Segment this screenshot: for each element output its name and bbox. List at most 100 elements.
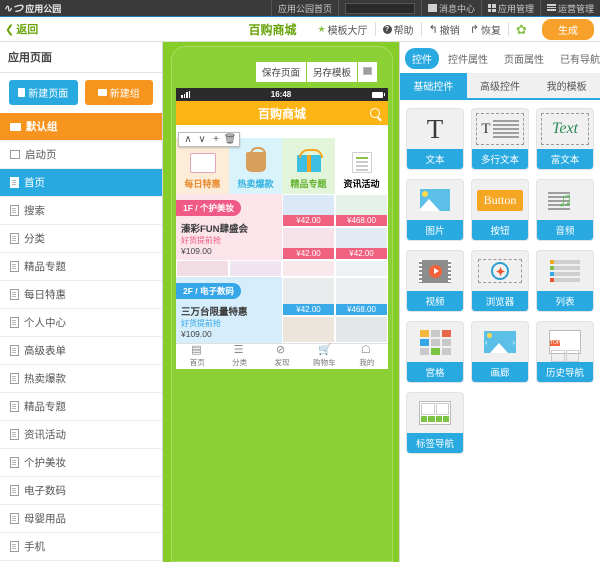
tab-widgets[interactable]: 控件 xyxy=(405,48,439,69)
page-item-hot-sale[interactable]: 热卖爆款 xyxy=(0,365,162,393)
product-cell[interactable] xyxy=(282,315,335,343)
new-page-button[interactable]: 新建页面 xyxy=(9,80,78,105)
tabbar-item-cart[interactable]: 🛒 购物车 xyxy=(303,345,345,368)
product-cell[interactable]: ¥468.00 xyxy=(335,277,388,316)
document-icon xyxy=(10,345,19,356)
page-item-news[interactable]: 资讯活动 xyxy=(0,421,162,449)
widget-label: 浏览器 xyxy=(472,291,528,311)
phone-app-title: 百购商城 xyxy=(257,106,306,121)
top-search-box-wrap[interactable] xyxy=(337,0,421,16)
top-link-operations[interactable]: 运营管理 xyxy=(539,0,600,16)
sidebar-buttons: 新建页面 新建组 xyxy=(0,73,162,113)
page-item-phone[interactable]: 手机 xyxy=(0,533,162,561)
page-item-baby[interactable]: 母婴用品 xyxy=(0,505,162,533)
widget-video[interactable]: 视频 xyxy=(406,250,464,312)
tab-page-properties[interactable]: 页面属性 xyxy=(497,48,551,69)
search-icon[interactable] xyxy=(370,108,380,118)
page-item-daily-deal[interactable]: 每日特惠 xyxy=(0,281,162,309)
page-item-home[interactable]: 首页 xyxy=(0,169,162,197)
floor-section[interactable]: 1F / 个护美妆 溱彩FUN肆盛会 好货提前抢 ¥109.00 ¥42.00 … xyxy=(176,194,388,260)
page-item-featured[interactable]: 精品专题 xyxy=(0,253,162,281)
top-link-home[interactable]: 应用公园首页 xyxy=(270,0,338,16)
product-thumb xyxy=(229,260,282,277)
redo-button[interactable]: ↱ 恢复 xyxy=(463,22,509,37)
page-group-default[interactable]: 默认组 xyxy=(0,113,162,141)
product-cell[interactable]: ¥468.00 xyxy=(335,194,388,227)
top-link-messages[interactable]: 消息中心 xyxy=(420,0,481,16)
delete-icon[interactable]: 🗑 xyxy=(223,134,237,145)
widget-rich-text[interactable]: Text 富文本 xyxy=(536,108,594,170)
site-logo[interactable]: ∿つ 应用公园 xyxy=(0,0,61,16)
save-page-button[interactable]: 保存页面 xyxy=(254,61,306,83)
page-item-digital[interactable]: 电子数码 xyxy=(0,477,162,505)
add-icon[interactable]: + xyxy=(209,134,223,145)
document-icon xyxy=(10,513,19,524)
product-cell[interactable] xyxy=(335,315,388,343)
new-group-button[interactable]: 新建组 xyxy=(84,80,153,105)
widget-gallery[interactable]: ‹ › 画廊 xyxy=(471,321,529,383)
product-cell[interactable]: ¥42.00 xyxy=(282,194,335,227)
tab-widget-properties[interactable]: 控件属性 xyxy=(441,48,495,69)
preview-button[interactable] xyxy=(357,61,378,83)
page-item-featured-2[interactable]: 精品专题 xyxy=(0,393,162,421)
move-down-icon[interactable]: ∨ xyxy=(195,134,209,145)
product-cell[interactable]: ¥42.00 xyxy=(282,277,335,316)
product-cell[interactable]: ¥42.00 xyxy=(335,227,388,260)
widget-multiline-text[interactable]: T 多行文本 xyxy=(471,108,529,170)
product-strip[interactable] xyxy=(176,260,388,277)
product-price: ¥468.00 xyxy=(336,215,387,226)
product-price: ¥42.00 xyxy=(283,248,334,259)
save-template-button[interactable]: 另存模板 xyxy=(305,61,357,83)
generate-button[interactable]: 生成 xyxy=(542,18,594,40)
undo-button[interactable]: ↰ 撤销 xyxy=(422,22,463,37)
help-button[interactable]: ? 帮助 xyxy=(376,22,422,37)
widget-grid-cells[interactable]: 宫格 xyxy=(406,321,464,383)
widget-image[interactable]: 图片 xyxy=(406,179,464,241)
widget-list[interactable]: 列表 xyxy=(536,250,594,312)
page-item-splash[interactable]: 启动页 xyxy=(0,141,162,169)
floor-section[interactable]: 2F / 电子数码 三万台限量特惠 好货提前抢 ¥109.00 ¥42.00 ¥… xyxy=(176,277,388,343)
widget-label: 按钮 xyxy=(472,220,528,240)
top-link-app-manage[interactable]: 应用管理 xyxy=(480,0,540,16)
settings-button[interactable]: ✿ xyxy=(509,22,536,36)
list-icon: ☰ xyxy=(233,344,244,356)
page-item-profile[interactable]: 个人中心 xyxy=(0,309,162,337)
tabbar-item-home[interactable]: ▤ 首页 xyxy=(176,345,218,368)
top-search-input[interactable] xyxy=(344,2,415,14)
page-item-category[interactable]: 分类 xyxy=(0,225,162,253)
global-top-bar: ∿つ 应用公园 应用公园首页 消息中心 应用管理 运营管理 xyxy=(0,0,600,17)
widget-history-nav[interactable]: TOP 历史导航 xyxy=(536,321,594,383)
page-title: 百购商城 xyxy=(248,22,297,37)
tabbar-item-category[interactable]: ☰ 分类 xyxy=(218,345,260,368)
category-item[interactable]: 精品专题 xyxy=(282,138,335,194)
logo-label: 应用公园 xyxy=(25,3,62,14)
widget-text[interactable]: T 文本 xyxy=(406,108,464,170)
tabbar-item-discover[interactable]: ⊘ 发现 xyxy=(261,345,303,368)
lines-icon xyxy=(546,4,556,12)
subtab-my-templates[interactable]: 我的模板 xyxy=(533,73,600,98)
widget-label: 图片 xyxy=(407,220,463,240)
page-item-beauty[interactable]: 个护美妆 xyxy=(0,449,162,477)
canvas-action-buttons: 保存页面 另存模板 xyxy=(172,47,392,88)
back-label: 返回 xyxy=(16,24,39,36)
element-edit-toolbar[interactable]: ∧ ∨ + 🗑 xyxy=(178,132,240,147)
document-icon xyxy=(10,317,19,328)
product-cell[interactable]: ¥42.00 xyxy=(282,227,335,260)
category-row[interactable]: ∧ ∨ + 🗑 每日特惠 热卖爆款 精品专题 资讯活动 xyxy=(176,132,388,194)
category-item[interactable]: 资讯活动 xyxy=(335,138,388,194)
template-hall-button[interactable]: ★ 模板大厅 xyxy=(310,22,376,37)
widget-button[interactable]: Button 按钮 xyxy=(471,179,529,241)
widget-browser[interactable]: 浏览器 xyxy=(471,250,529,312)
subtab-advanced-widgets[interactable]: 高级控件 xyxy=(466,73,534,98)
tab-existing-nav[interactable]: 已有导航 xyxy=(553,48,600,69)
widget-tab-nav[interactable]: 标签导航 xyxy=(406,392,464,454)
product-price: ¥42.00 xyxy=(283,215,334,226)
page-item-search[interactable]: 搜索 xyxy=(0,197,162,225)
product-thumb xyxy=(335,260,388,277)
back-button[interactable]: ❮ 返回 xyxy=(0,21,38,37)
widget-audio[interactable]: ♫ 音频 xyxy=(536,179,594,241)
subtab-basic-widgets[interactable]: 基础控件 xyxy=(400,73,467,98)
tabbar-item-mine[interactable]: ☖ 我的 xyxy=(346,345,388,368)
move-up-icon[interactable]: ∧ xyxy=(181,134,195,145)
page-item-advanced-form[interactable]: 高级表单 xyxy=(0,337,162,365)
